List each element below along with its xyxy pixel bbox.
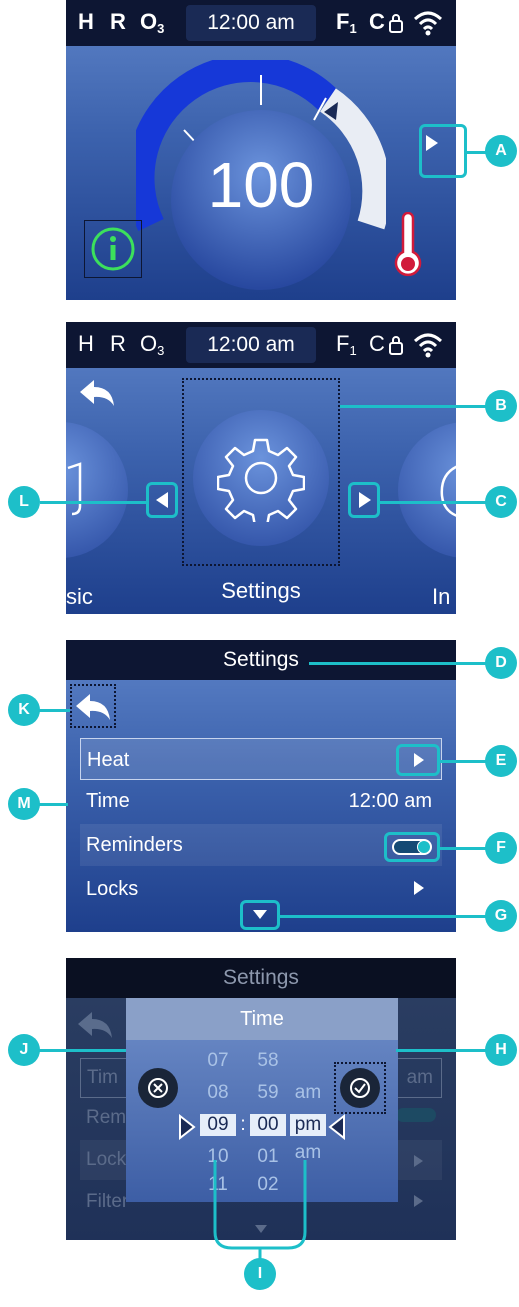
callout-h: H [485,1034,517,1066]
temperature-value: 100 [207,149,315,221]
callout-l: L [8,486,40,518]
time-label: Time [86,790,130,812]
callout-i-bracket [213,1160,307,1260]
settings-screen: Settings Heat Time 12:00 am Reminders Lo… [66,640,456,932]
selector-left-arrow-icon [328,1114,345,1140]
time-dialog-title: Time [126,998,398,1040]
thermometer-icon[interactable] [391,212,425,278]
callout-g-line [280,915,486,918]
play-arrow-icon [414,1155,423,1167]
cancel-button[interactable] [138,1068,178,1108]
callout-j-line [38,1049,126,1052]
settings-row-time[interactable]: Time 12:00 am [80,780,442,822]
r-indicator: R [110,331,126,356]
ampm-option[interactable]: am [290,1082,326,1104]
callout-f-line [440,847,486,850]
callout-m: M [8,788,40,820]
settings-row-heat[interactable]: Heat [80,738,442,780]
status-time: 12:00 am [186,327,316,363]
lock-icon [389,336,403,355]
minute-option[interactable]: 58 [250,1050,286,1072]
music-label: sic [66,584,93,609]
callout-h-line [396,1049,486,1052]
time-value: 12:00 am [348,790,432,812]
callout-b-line [340,405,486,408]
filter-indicator: F1 [336,331,357,358]
callout-d-line [309,662,486,665]
callout-i: I [244,1258,276,1290]
home-screen: H R O3 12:00 am F1 C 100 [66,0,456,300]
menu-screen: H R O3 12:00 am F1 C sic Settings In [66,322,456,614]
wifi-icon [413,11,443,36]
refresh-icon [440,465,456,517]
settings-label: Settings [221,578,301,603]
callout-k: K [8,694,40,726]
back-arrow-icon[interactable] [78,378,118,410]
play-arrow-icon [414,1195,423,1207]
locks-label: Locks [86,878,139,900]
confirm-button[interactable] [340,1068,380,1108]
minute-option[interactable]: 59 [250,1082,286,1104]
callout-e: E [485,745,517,777]
minute-selected[interactable]: 00 [250,1114,286,1136]
check-icon [350,1078,370,1098]
callout-m-line [38,803,68,806]
info-button[interactable] [84,220,142,278]
info-icon [91,227,135,271]
callout-a: A [485,135,517,167]
r-indicator: R [110,9,126,34]
lock-icon [389,14,403,33]
callout-f: F [485,832,517,864]
wifi-icon [413,333,443,358]
right-arrow-icon [359,492,371,508]
left-arrow-icon [156,492,168,508]
callout-g: G [485,900,517,932]
hour-option[interactable]: 08 [200,1082,236,1104]
filter-indicator: F1 [336,9,357,36]
ozone-indicator: O3 [140,331,165,358]
callout-c: C [485,486,517,518]
status-bar: H R O3 12:00 am F1 C [66,322,456,368]
status-bar: H R O3 12:00 am F1 C [66,0,456,46]
heat-label: Heat [87,749,130,771]
callout-c-line [380,501,486,504]
info-label: In [432,584,451,609]
reminders-label: Reminders [86,834,183,856]
reminders-toggle[interactable] [392,839,432,855]
hour-selected[interactable]: 09 [200,1114,236,1136]
hour-option[interactable]: 07 [200,1050,236,1072]
time-separator: : [240,1114,246,1135]
ozone-indicator: O3 [140,9,165,36]
chevron-down-icon [253,910,267,919]
callout-k-line [38,709,70,712]
callout-d: D [485,647,517,679]
settings-title-dimmed: Settings [66,958,456,998]
gear-icon [217,438,305,522]
c-indicator: C [369,9,385,34]
back-arrow-icon [78,1012,112,1038]
play-arrow-icon [414,753,424,767]
play-arrow-icon[interactable] [412,880,426,896]
bg-toggle [396,1108,436,1122]
callout-j: J [8,1034,40,1066]
back-arrow-icon [76,694,110,720]
settings-title: Settings [66,640,456,680]
callout-a-box [419,124,467,178]
heater-indicator: H [78,9,94,34]
callout-b: B [485,390,517,422]
selector-right-arrow-icon [179,1114,196,1140]
c-indicator: C [369,331,385,356]
status-time: 12:00 am [186,5,316,41]
toggle-knob [417,840,431,854]
callout-a-line [466,151,486,154]
ampm-selected[interactable]: pm [290,1114,326,1136]
heater-indicator: H [78,331,94,356]
music-icon [67,462,82,516]
callout-e-line [440,760,486,763]
close-icon [148,1078,168,1098]
callout-l-line [40,501,146,504]
